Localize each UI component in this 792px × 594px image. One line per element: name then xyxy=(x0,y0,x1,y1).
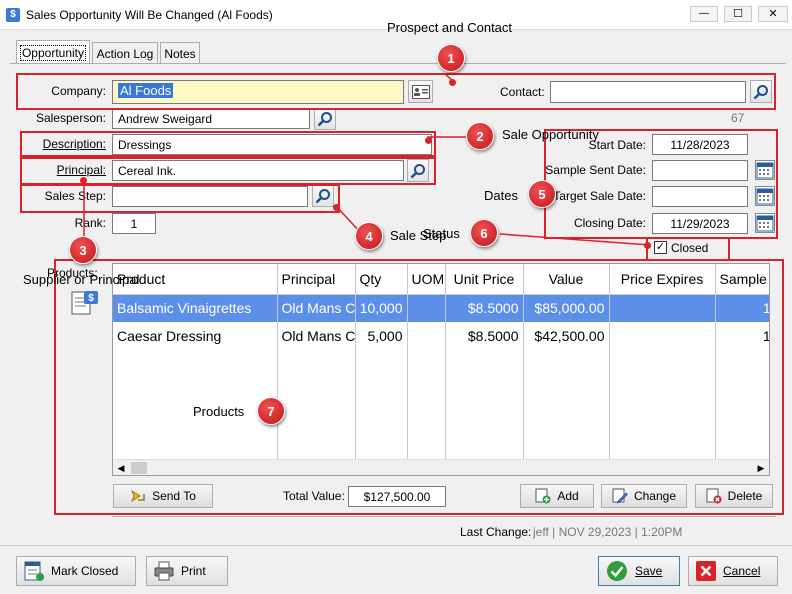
annotation-badge-7: 7 xyxy=(257,397,285,425)
annotation-sale-opportunity: Sale Opportunity xyxy=(502,127,599,142)
annotation-dot xyxy=(333,204,340,211)
annotation-dot xyxy=(425,137,432,144)
annotation-sale-step: Sale Step xyxy=(390,228,447,243)
annotation-dot xyxy=(80,177,87,184)
annotation-badge-3: 3 xyxy=(69,236,97,264)
annotation-prospect-contact: Prospect and Contact xyxy=(387,20,513,35)
annotation-dot xyxy=(644,242,651,249)
annotation-connectors xyxy=(83,74,651,246)
annotation-dot xyxy=(449,79,456,86)
annotation-supplier: Supplier or Principal xyxy=(23,272,140,287)
annotation-products: Products xyxy=(193,404,245,419)
annotation-badge-4: 4 xyxy=(355,222,383,250)
annotation-badge-6: 6 xyxy=(470,219,498,247)
annotation-dates: Dates xyxy=(484,188,518,203)
annotation-badge-1: 1 xyxy=(437,44,465,72)
annotation-badge-5: 5 xyxy=(528,180,556,208)
annotation-badge-2: 2 xyxy=(466,122,494,150)
